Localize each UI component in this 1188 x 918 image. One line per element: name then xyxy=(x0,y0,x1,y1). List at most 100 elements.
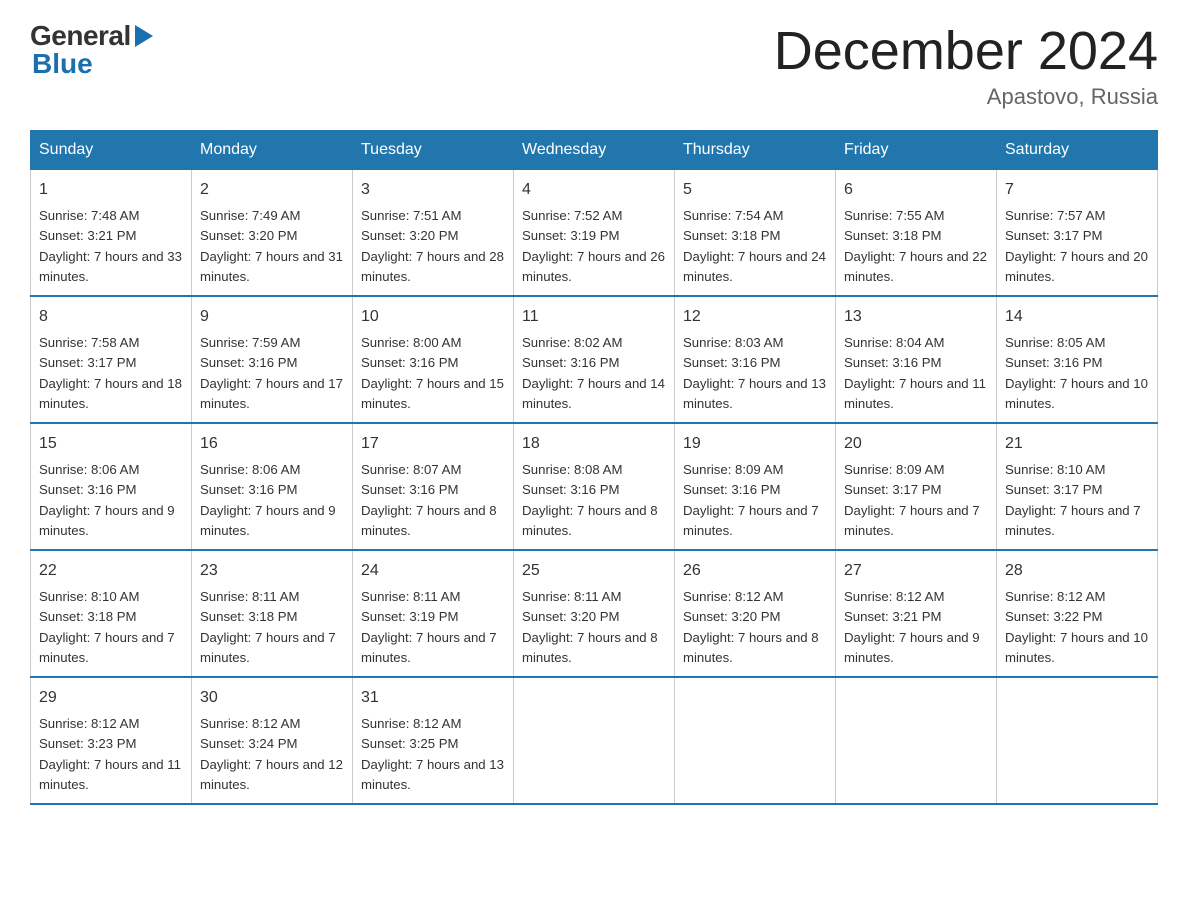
day-info: Sunrise: 7:59 AMSunset: 3:16 PMDaylight:… xyxy=(200,335,343,411)
day-info: Sunrise: 7:58 AMSunset: 3:17 PMDaylight:… xyxy=(39,335,182,411)
day-info: Sunrise: 8:06 AMSunset: 3:16 PMDaylight:… xyxy=(200,462,336,538)
day-info: Sunrise: 8:11 AMSunset: 3:19 PMDaylight:… xyxy=(361,589,497,665)
day-info: Sunrise: 8:12 AMSunset: 3:25 PMDaylight:… xyxy=(361,716,504,792)
table-row: 28 Sunrise: 8:12 AMSunset: 3:22 PMDaylig… xyxy=(997,550,1158,677)
day-info: Sunrise: 8:04 AMSunset: 3:16 PMDaylight:… xyxy=(844,335,986,411)
table-row: 12 Sunrise: 8:03 AMSunset: 3:16 PMDaylig… xyxy=(675,296,836,423)
day-number: 13 xyxy=(844,305,988,329)
day-info: Sunrise: 8:10 AMSunset: 3:18 PMDaylight:… xyxy=(39,589,175,665)
table-row: 13 Sunrise: 8:04 AMSunset: 3:16 PMDaylig… xyxy=(836,296,997,423)
logo-blue-text: Blue xyxy=(32,48,93,79)
table-row: 21 Sunrise: 8:10 AMSunset: 3:17 PMDaylig… xyxy=(997,423,1158,550)
table-row: 6 Sunrise: 7:55 AMSunset: 3:18 PMDayligh… xyxy=(836,170,997,297)
logo-triangle-icon xyxy=(135,25,153,52)
day-number: 19 xyxy=(683,432,827,456)
table-row: 9 Sunrise: 7:59 AMSunset: 3:16 PMDayligh… xyxy=(192,296,353,423)
day-info: Sunrise: 8:08 AMSunset: 3:16 PMDaylight:… xyxy=(522,462,658,538)
day-number: 1 xyxy=(39,178,183,202)
table-row xyxy=(997,677,1158,804)
day-number: 20 xyxy=(844,432,988,456)
day-info: Sunrise: 8:07 AMSunset: 3:16 PMDaylight:… xyxy=(361,462,497,538)
table-row: 31 Sunrise: 8:12 AMSunset: 3:25 PMDaylig… xyxy=(353,677,514,804)
table-row: 11 Sunrise: 8:02 AMSunset: 3:16 PMDaylig… xyxy=(514,296,675,423)
table-row: 15 Sunrise: 8:06 AMSunset: 3:16 PMDaylig… xyxy=(31,423,192,550)
table-row: 25 Sunrise: 8:11 AMSunset: 3:20 PMDaylig… xyxy=(514,550,675,677)
day-number: 27 xyxy=(844,559,988,583)
table-row: 3 Sunrise: 7:51 AMSunset: 3:20 PMDayligh… xyxy=(353,170,514,297)
table-row: 4 Sunrise: 7:52 AMSunset: 3:19 PMDayligh… xyxy=(514,170,675,297)
day-number: 29 xyxy=(39,686,183,710)
month-year-title: December 2024 xyxy=(774,20,1158,82)
day-number: 22 xyxy=(39,559,183,583)
day-info: Sunrise: 7:49 AMSunset: 3:20 PMDaylight:… xyxy=(200,208,343,284)
table-row: 24 Sunrise: 8:11 AMSunset: 3:19 PMDaylig… xyxy=(353,550,514,677)
table-row: 27 Sunrise: 8:12 AMSunset: 3:21 PMDaylig… xyxy=(836,550,997,677)
day-info: Sunrise: 7:52 AMSunset: 3:19 PMDaylight:… xyxy=(522,208,665,284)
table-row: 30 Sunrise: 8:12 AMSunset: 3:24 PMDaylig… xyxy=(192,677,353,804)
day-info: Sunrise: 7:54 AMSunset: 3:18 PMDaylight:… xyxy=(683,208,826,284)
table-row xyxy=(675,677,836,804)
day-info: Sunrise: 8:12 AMSunset: 3:24 PMDaylight:… xyxy=(200,716,343,792)
header-sunday: Sunday xyxy=(31,131,192,170)
day-info: Sunrise: 8:11 AMSunset: 3:18 PMDaylight:… xyxy=(200,589,336,665)
table-row: 14 Sunrise: 8:05 AMSunset: 3:16 PMDaylig… xyxy=(997,296,1158,423)
table-row: 7 Sunrise: 7:57 AMSunset: 3:17 PMDayligh… xyxy=(997,170,1158,297)
header-friday: Friday xyxy=(836,131,997,170)
calendar-header: Sunday Monday Tuesday Wednesday Thursday… xyxy=(31,131,1158,170)
table-row: 29 Sunrise: 8:12 AMSunset: 3:23 PMDaylig… xyxy=(31,677,192,804)
header-saturday: Saturday xyxy=(997,131,1158,170)
table-row: 10 Sunrise: 8:00 AMSunset: 3:16 PMDaylig… xyxy=(353,296,514,423)
table-row: 23 Sunrise: 8:11 AMSunset: 3:18 PMDaylig… xyxy=(192,550,353,677)
day-number: 31 xyxy=(361,686,505,710)
header-thursday: Thursday xyxy=(675,131,836,170)
table-row: 19 Sunrise: 8:09 AMSunset: 3:16 PMDaylig… xyxy=(675,423,836,550)
day-number: 3 xyxy=(361,178,505,202)
table-row: 8 Sunrise: 7:58 AMSunset: 3:17 PMDayligh… xyxy=(31,296,192,423)
day-info: Sunrise: 8:09 AMSunset: 3:17 PMDaylight:… xyxy=(844,462,980,538)
day-info: Sunrise: 7:48 AMSunset: 3:21 PMDaylight:… xyxy=(39,208,182,284)
day-number: 11 xyxy=(522,305,666,329)
header-monday: Monday xyxy=(192,131,353,170)
table-row xyxy=(514,677,675,804)
day-info: Sunrise: 8:11 AMSunset: 3:20 PMDaylight:… xyxy=(522,589,658,665)
table-row: 26 Sunrise: 8:12 AMSunset: 3:20 PMDaylig… xyxy=(675,550,836,677)
day-number: 14 xyxy=(1005,305,1149,329)
day-info: Sunrise: 8:12 AMSunset: 3:22 PMDaylight:… xyxy=(1005,589,1148,665)
table-row: 18 Sunrise: 8:08 AMSunset: 3:16 PMDaylig… xyxy=(514,423,675,550)
day-number: 10 xyxy=(361,305,505,329)
header-tuesday: Tuesday xyxy=(353,131,514,170)
day-info: Sunrise: 8:05 AMSunset: 3:16 PMDaylight:… xyxy=(1005,335,1148,411)
day-info: Sunrise: 8:00 AMSunset: 3:16 PMDaylight:… xyxy=(361,335,504,411)
day-info: Sunrise: 7:51 AMSunset: 3:20 PMDaylight:… xyxy=(361,208,504,284)
day-number: 12 xyxy=(683,305,827,329)
table-row: 5 Sunrise: 7:54 AMSunset: 3:18 PMDayligh… xyxy=(675,170,836,297)
day-number: 8 xyxy=(39,305,183,329)
day-info: Sunrise: 8:12 AMSunset: 3:21 PMDaylight:… xyxy=(844,589,980,665)
table-row: 22 Sunrise: 8:10 AMSunset: 3:18 PMDaylig… xyxy=(31,550,192,677)
day-info: Sunrise: 8:09 AMSunset: 3:16 PMDaylight:… xyxy=(683,462,819,538)
calendar-body: 1 Sunrise: 7:48 AMSunset: 3:21 PMDayligh… xyxy=(31,170,1158,805)
page-header: General Blue December 2024 Apastovo, Rus… xyxy=(30,20,1158,110)
table-row: 17 Sunrise: 8:07 AMSunset: 3:16 PMDaylig… xyxy=(353,423,514,550)
day-info: Sunrise: 8:12 AMSunset: 3:23 PMDaylight:… xyxy=(39,716,181,792)
header-wednesday: Wednesday xyxy=(514,131,675,170)
day-number: 21 xyxy=(1005,432,1149,456)
day-info: Sunrise: 8:03 AMSunset: 3:16 PMDaylight:… xyxy=(683,335,826,411)
day-number: 5 xyxy=(683,178,827,202)
day-number: 24 xyxy=(361,559,505,583)
day-info: Sunrise: 8:12 AMSunset: 3:20 PMDaylight:… xyxy=(683,589,819,665)
location-title: Apastovo, Russia xyxy=(774,84,1158,110)
calendar-table: Sunday Monday Tuesday Wednesday Thursday… xyxy=(30,130,1158,805)
day-number: 15 xyxy=(39,432,183,456)
table-row: 1 Sunrise: 7:48 AMSunset: 3:21 PMDayligh… xyxy=(31,170,192,297)
day-number: 28 xyxy=(1005,559,1149,583)
title-block: December 2024 Apastovo, Russia xyxy=(774,20,1158,110)
day-number: 7 xyxy=(1005,178,1149,202)
day-number: 4 xyxy=(522,178,666,202)
day-info: Sunrise: 8:10 AMSunset: 3:17 PMDaylight:… xyxy=(1005,462,1141,538)
day-number: 25 xyxy=(522,559,666,583)
day-number: 30 xyxy=(200,686,344,710)
day-number: 9 xyxy=(200,305,344,329)
day-info: Sunrise: 8:02 AMSunset: 3:16 PMDaylight:… xyxy=(522,335,665,411)
day-number: 23 xyxy=(200,559,344,583)
